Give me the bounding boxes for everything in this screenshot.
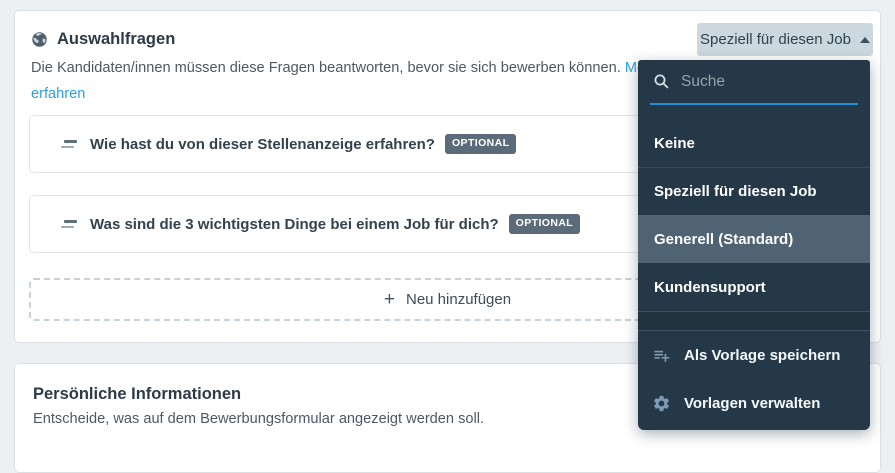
template-select-label: Speziell für diesen Job: [700, 31, 851, 48]
template-select-button[interactable]: Speziell für diesen Job: [697, 23, 873, 56]
question-text: Wie hast du von dieser Stellenanzeige er…: [90, 136, 435, 153]
search-icon: [653, 73, 670, 90]
dropdown-option-kundensupport[interactable]: Kundensupport: [638, 263, 870, 311]
question-text: Was sind die 3 wichtigsten Dinge bei ein…: [90, 216, 499, 233]
chevron-up-icon: [860, 37, 870, 43]
save-as-template-item[interactable]: Als Vorlage speichern: [638, 331, 870, 379]
search-input[interactable]: [681, 73, 870, 91]
dropdown-divider: [638, 311, 870, 331]
optional-badge: OPTIONAL: [509, 214, 580, 233]
dropdown-search: [650, 68, 858, 105]
dropdown-option-keine[interactable]: Keine: [638, 119, 870, 167]
gear-icon: [652, 394, 671, 413]
dropdown-option-generell-standard[interactable]: Generell (Standard): [638, 215, 870, 263]
manage-templates-label: Vorlagen verwalten: [684, 395, 820, 412]
dropdown-option-speziell-fuer-diesen-job[interactable]: Speziell für diesen Job: [638, 167, 870, 215]
add-question-label: Neu hinzufügen: [406, 291, 511, 308]
section-title: Auswahlfragen: [57, 30, 175, 49]
description-text: Die Kandidaten/innen müssen diese Fragen…: [31, 60, 621, 76]
optional-badge: OPTIONAL: [445, 134, 516, 153]
add-template-icon: [652, 346, 671, 365]
save-as-template-label: Als Vorlage speichern: [684, 347, 840, 364]
manage-templates-item[interactable]: Vorlagen verwalten: [638, 379, 870, 427]
plus-icon: +: [384, 290, 395, 309]
drag-handle-icon[interactable]: [61, 140, 77, 148]
section-description: Die Kandidaten/innen müssen diese Fragen…: [31, 55, 671, 107]
globe-icon: [31, 31, 48, 48]
template-dropdown-menu: Keine Speziell für diesen Job Generell (…: [638, 60, 870, 430]
drag-handle-icon[interactable]: [61, 220, 77, 228]
